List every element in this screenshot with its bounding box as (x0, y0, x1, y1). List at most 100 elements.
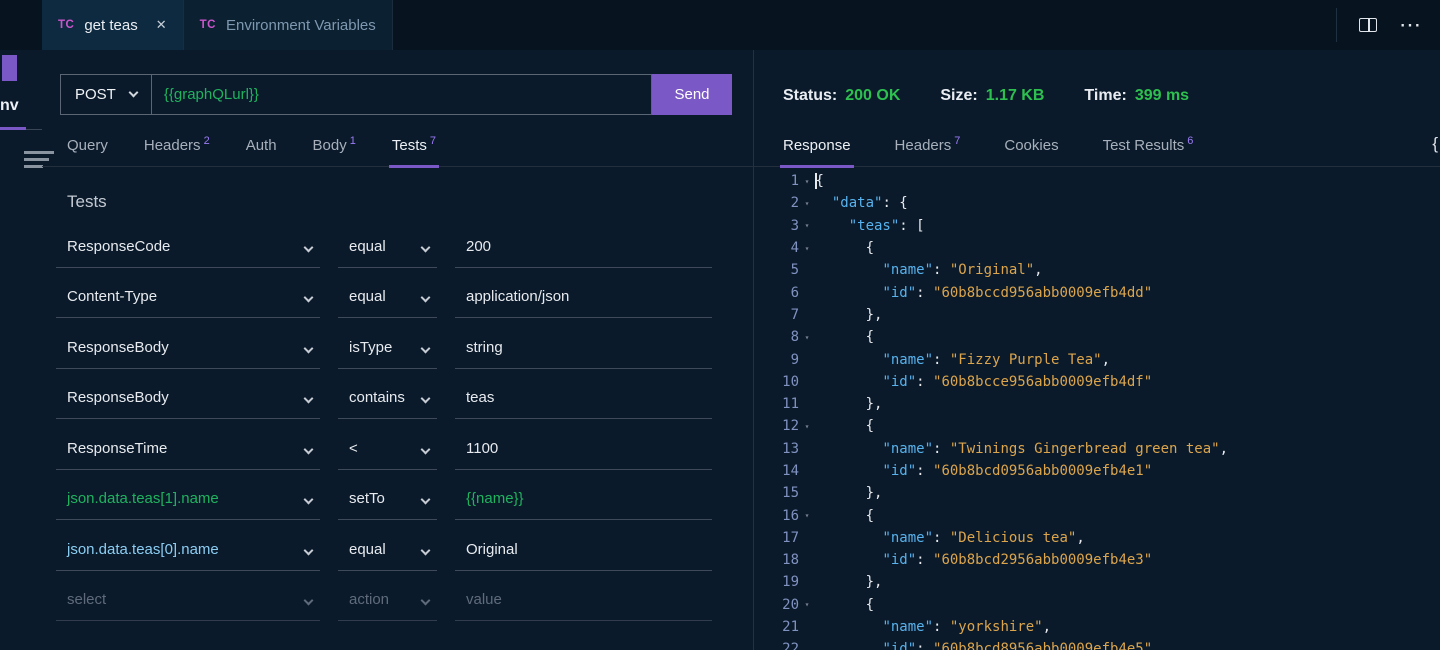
tab-label: Headers (144, 137, 201, 154)
test-field-select[interactable]: ResponseCode (56, 217, 320, 268)
request-tabs: Query Headers2 Auth Body1 Tests7 (42, 129, 753, 167)
fold-arrow-icon[interactable]: ▾ (799, 422, 815, 431)
method-select[interactable]: POST (61, 75, 152, 114)
fold-arrow-icon[interactable]: ▾ (799, 511, 815, 520)
line-number: 15 (754, 485, 799, 501)
split-editor-icon[interactable] (1359, 18, 1377, 32)
fold-arrow-icon[interactable]: ▾ (799, 244, 815, 253)
line-number: 22 (754, 641, 799, 650)
chevron-down-icon (128, 88, 138, 98)
send-button[interactable]: Send (652, 74, 732, 115)
size-value: 1.17 KB (986, 87, 1045, 104)
chevron-down-icon (421, 394, 431, 404)
code-line: 19 }, (754, 571, 1440, 593)
more-actions-icon[interactable]: ⋯ (1399, 18, 1422, 32)
tab-body[interactable]: Body1 (313, 137, 356, 166)
editor-tab-environment-variables[interactable]: TCEnvironment Variables (184, 0, 393, 50)
editor-tab-label: Environment Variables (226, 17, 376, 34)
test-value-input[interactable]: Original (455, 520, 712, 571)
url-input[interactable] (152, 75, 651, 114)
code-text: { (815, 418, 874, 434)
code-text: { (815, 173, 824, 189)
line-number: 14 (754, 463, 799, 479)
line-number: 4 (754, 240, 799, 256)
test-op-select[interactable]: setTo (338, 470, 437, 521)
format-icon[interactable]: { (1432, 134, 1438, 154)
test-field-select[interactable]: json.data.teas[1].name (56, 470, 320, 521)
code-text: { (815, 329, 874, 345)
line-number: 6 (754, 285, 799, 301)
fold-arrow-icon[interactable]: ▾ (799, 333, 815, 342)
test-value-input[interactable]: teas (455, 369, 712, 420)
tab-cookies[interactable]: Cookies (1004, 137, 1058, 166)
activity-sidebar: nv (0, 50, 42, 650)
code-line: 6 "id": "60b8bccd956abb0009efb4dd" (754, 281, 1440, 303)
test-field-select[interactable]: select (56, 571, 320, 622)
tab-tests[interactable]: Tests7 (392, 137, 436, 166)
code-text: "id": "60b8bcd0956abb0009efb4e1" (815, 463, 1152, 479)
line-number: 21 (754, 619, 799, 635)
code-text: "name": "Fizzy Purple Tea", (815, 352, 1110, 368)
test-row: ResponseBody contains teas (56, 369, 712, 420)
close-icon[interactable]: ✕ (156, 17, 167, 33)
test-value-input[interactable]: value (455, 571, 712, 622)
code-text: "id": "60b8bcd8956abb0009efb4e5" (815, 641, 1152, 650)
test-row: ResponseTime <1100 (56, 419, 712, 470)
test-value-input[interactable]: application/json (455, 268, 712, 319)
code-text: "name": "Delicious tea", (815, 530, 1085, 546)
fold-arrow-icon[interactable]: ▾ (799, 221, 815, 230)
test-op-select[interactable]: contains (338, 369, 437, 420)
tab-test-results[interactable]: Test Results6 (1103, 137, 1194, 166)
size-label: Size: (940, 87, 977, 104)
editor-tab-get-teas[interactable]: TCget teas✕ (42, 0, 184, 50)
test-op-select-label: action (349, 591, 389, 608)
test-value-input[interactable]: 1100 (455, 419, 712, 470)
test-op-select[interactable]: < (338, 419, 437, 470)
tab-badge: 7 (954, 135, 960, 147)
code-text: { (815, 508, 874, 524)
test-field-select[interactable]: Content-Type (56, 268, 320, 319)
test-op-select[interactable]: equal (338, 268, 437, 319)
test-field-select[interactable]: ResponseTime (56, 419, 320, 470)
test-value-input[interactable]: string (455, 318, 712, 369)
code-text: }, (815, 396, 882, 412)
line-number: 10 (754, 374, 799, 390)
test-value-input-label: Original (466, 541, 518, 558)
test-field-select[interactable]: json.data.teas[0].name (56, 520, 320, 571)
chevron-down-icon (421, 495, 431, 505)
time-label: Time: (1084, 87, 1126, 104)
chevron-down-icon (304, 596, 314, 606)
code-line: 3▾ "teas": [ (754, 215, 1440, 237)
tab-headers[interactable]: Headers7 (895, 137, 961, 166)
tab-label: Query (67, 137, 108, 154)
test-value-input[interactable]: {{name}} (455, 470, 712, 521)
line-number: 5 (754, 262, 799, 278)
tab-label: Cookies (1004, 137, 1058, 154)
env-sidebar-tab[interactable]: nv (0, 97, 19, 115)
test-op-select-label: contains (349, 389, 405, 406)
tab-auth[interactable]: Auth (246, 137, 277, 166)
fold-arrow-icon[interactable]: ▾ (799, 177, 815, 186)
line-number: 20 (754, 597, 799, 613)
chevron-down-icon (421, 343, 431, 353)
editor-tab-label: get teas (84, 17, 137, 34)
status-value: 200 OK (845, 87, 900, 104)
test-op-select[interactable]: equal (338, 217, 437, 268)
code-text: { (815, 240, 874, 256)
test-op-select[interactable]: isType (338, 318, 437, 369)
tab-headers[interactable]: Headers2 (144, 137, 210, 166)
line-number: 2 (754, 195, 799, 211)
line-number: 16 (754, 508, 799, 524)
test-row: json.data.teas[1].name setTo {{name}} (56, 470, 712, 521)
tab-query[interactable]: Query (67, 137, 108, 166)
chevron-down-icon (304, 495, 314, 505)
test-op-select[interactable]: action (338, 571, 437, 622)
tab-response[interactable]: Response (783, 137, 851, 166)
fold-arrow-icon[interactable]: ▾ (799, 600, 815, 609)
test-value-input[interactable]: 200 (455, 217, 712, 268)
test-field-select[interactable]: ResponseBody (56, 369, 320, 420)
test-op-select[interactable]: equal (338, 520, 437, 571)
line-number: 7 (754, 307, 799, 323)
fold-arrow-icon[interactable]: ▾ (799, 199, 815, 208)
test-field-select[interactable]: ResponseBody (56, 318, 320, 369)
